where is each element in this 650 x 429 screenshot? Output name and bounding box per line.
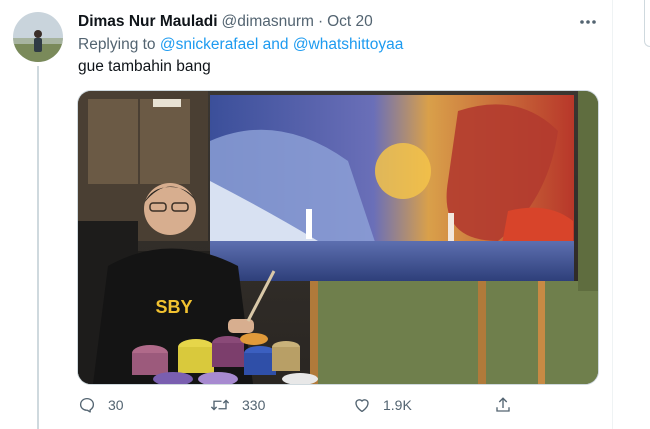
like-count: 1.9K: [383, 397, 412, 413]
replying-prefix: Replying to: [78, 36, 156, 53]
tweet-text: gue tambahin bang: [78, 58, 211, 75]
share-button[interactable]: [494, 396, 512, 414]
replying-to: Replying to @snickerafael and @whatshitt…: [78, 36, 403, 54]
tweet-media-photo[interactable]: SBY: [77, 90, 599, 385]
reply-to-user-1[interactable]: @snickerafael: [160, 36, 258, 53]
reply-icon: [79, 397, 95, 413]
author-handle[interactable]: @dimasnurm: [222, 13, 314, 31]
more-icon: [580, 20, 596, 24]
tweet-actions: 30 330 1.9K: [78, 396, 528, 418]
shirt-logo-text: SBY: [155, 297, 192, 317]
author-name[interactable]: Dimas Nur Mauladi: [78, 13, 218, 31]
reply-button[interactable]: 30: [78, 396, 124, 414]
reply-count: 30: [108, 397, 124, 413]
adjacent-panel-edge: [644, 0, 650, 47]
reply-joiner: and: [262, 36, 289, 53]
reply-to-user-2[interactable]: @whatshittoyaa: [293, 36, 404, 53]
thread-line: [37, 66, 39, 429]
tweet-date[interactable]: Oct 20: [327, 13, 373, 31]
avatar[interactable]: [13, 12, 63, 62]
retweet-icon: [210, 399, 230, 411]
separator-dot: ·: [317, 13, 324, 30]
retweet-button[interactable]: 330: [210, 396, 265, 414]
like-icon: [355, 399, 369, 413]
retweet-count: 330: [242, 397, 266, 413]
like-button[interactable]: 1.9K: [353, 396, 412, 414]
share-icon: [496, 397, 510, 412]
tweet-header: Dimas Nur Mauladi @dimasnurm · Oct 20: [78, 12, 373, 32]
more-button[interactable]: [578, 12, 598, 32]
timeline-border: [612, 0, 613, 429]
